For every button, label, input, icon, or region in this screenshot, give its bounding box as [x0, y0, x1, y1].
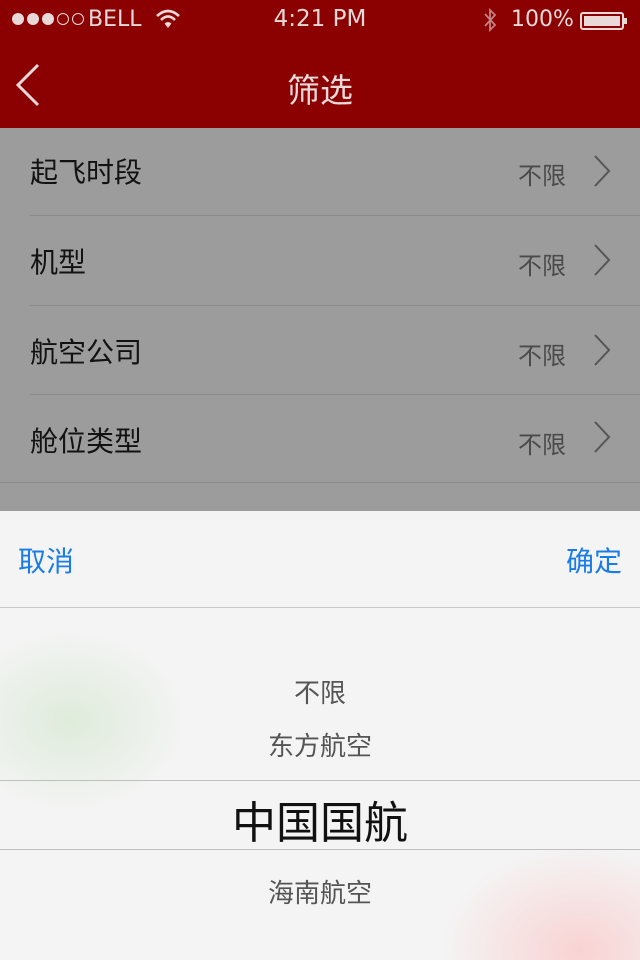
picker-option[interactable]: 东方航空 [0, 726, 640, 763]
battery-percent: 100% [511, 7, 574, 32]
bluetooth-icon [484, 7, 497, 33]
filter-list: 起飞时段 不限 机型 不限 航空公司 不限 舱位类型 不限 [0, 128, 640, 511]
filter-label: 舱位类型 [30, 425, 143, 458]
battery-icon [580, 12, 627, 30]
filter-label: 航空公司 [30, 336, 143, 369]
chevron-right-icon [594, 334, 611, 366]
filter-value: 不限 [518, 252, 566, 280]
confirm-button[interactable]: 确定 [566, 540, 622, 580]
filter-row-aircraft-type[interactable]: 机型 不限 [0, 216, 640, 305]
filter-value: 不限 [518, 162, 566, 190]
picker-option[interactable]: 海南航空 [0, 873, 640, 910]
filter-label: 机型 [30, 246, 87, 279]
navigation-bar: 筛选 [0, 40, 640, 128]
chevron-right-icon [594, 421, 611, 453]
picker-sheet: 取消 确定 不限 东方航空 中国国航 海南航空 [0, 511, 640, 960]
filter-label: 起飞时段 [30, 156, 143, 189]
selection-indicator-top [0, 780, 640, 781]
selection-indicator-bottom [0, 849, 640, 850]
cancel-button[interactable]: 取消 [18, 540, 74, 580]
picker-toolbar: 取消 确定 [0, 511, 640, 608]
filter-value: 不限 [518, 431, 566, 459]
filter-value: 不限 [518, 342, 566, 370]
divider [0, 482, 640, 483]
picker-option[interactable]: 不限 [0, 673, 640, 710]
chevron-right-icon [594, 155, 611, 187]
page-title: 筛选 [287, 71, 353, 110]
filter-row-airline[interactable]: 航空公司 不限 [0, 306, 640, 394]
top-bar: BELL 4:21 PM 100% 筛选 [0, 0, 640, 128]
filter-row-cabin-class[interactable]: 舱位类型 不限 [0, 395, 640, 482]
chevron-right-icon [594, 244, 611, 276]
status-bar: BELL 4:21 PM 100% [0, 0, 640, 40]
picker-option-selected[interactable]: 中国国航 [0, 787, 640, 851]
filter-row-departure-time[interactable]: 起飞时段 不限 [0, 128, 640, 215]
